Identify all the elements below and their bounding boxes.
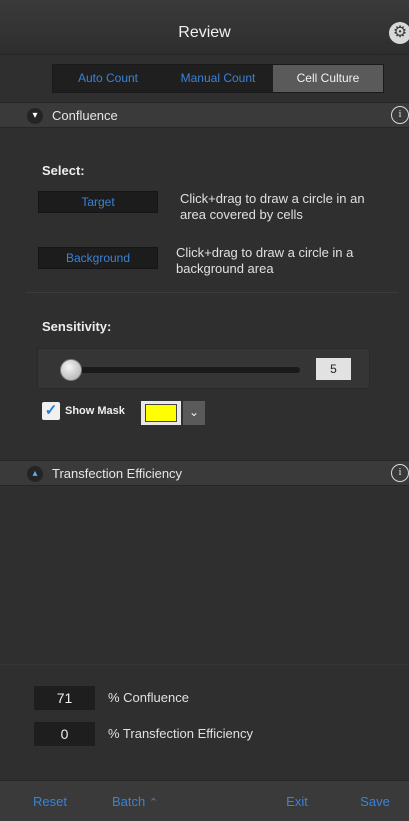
mask-color-picker[interactable] (141, 401, 181, 425)
transfection-section-header[interactable]: ▴ Transfection Efficiency i (0, 460, 409, 486)
confluence-title: Confluence (52, 108, 118, 123)
select-label: Select: (42, 163, 85, 178)
target-hint: Click+drag to draw a circle in an area c… (180, 191, 365, 222)
confluence-result-label: % Confluence (108, 690, 189, 705)
info-icon[interactable]: i (391, 106, 409, 124)
save-button[interactable]: Save (345, 781, 405, 821)
show-mask-label: Show Mask (65, 405, 125, 417)
mode-tabs: Auto Count Manual Count Cell Culture (52, 64, 384, 93)
sensitivity-slider-panel: 5 (37, 348, 370, 389)
divider (0, 664, 409, 665)
info-icon[interactable]: i (391, 464, 409, 482)
chevron-down-icon[interactable]: ▾ (27, 108, 43, 124)
title-bar: Review ⚙ (0, 0, 409, 55)
sensitivity-slider-track[interactable] (60, 367, 300, 373)
transfection-title: Transfection Efficiency (52, 466, 183, 481)
tab-cell-culture[interactable]: Cell Culture (273, 65, 383, 92)
sensitivity-label: Sensitivity: (42, 319, 112, 334)
confluence-section-header[interactable]: ▾ Confluence i (0, 102, 409, 128)
footer-toolbar: Reset Batch ⌃ Exit Save (0, 780, 409, 821)
sensitivity-value[interactable]: 5 (316, 358, 351, 380)
tab-manual-count[interactable]: Manual Count (163, 65, 273, 92)
chevron-up-icon[interactable]: ▴ (27, 466, 43, 482)
exit-button[interactable]: Exit (262, 781, 332, 821)
divider (26, 292, 398, 293)
page-title: Review (178, 24, 231, 41)
chevron-down-icon[interactable]: ⌄ (183, 401, 205, 425)
reset-button[interactable]: Reset (20, 781, 80, 821)
gear-icon[interactable]: ⚙ (389, 22, 409, 44)
batch-button-label: Batch (111, 794, 146, 809)
background-hint: Click+drag to draw a circle in a backgro… (176, 245, 354, 276)
batch-button[interactable]: Batch ⌃ (100, 781, 170, 821)
mask-color-swatch (145, 404, 177, 422)
sensitivity-slider-thumb[interactable] (60, 359, 82, 381)
chevron-up-icon: ⌃ (148, 797, 159, 809)
tab-auto-count[interactable]: Auto Count (53, 65, 163, 92)
confluence-value: 71 (34, 686, 95, 710)
transfection-value: 0 (34, 722, 95, 746)
transfection-result-label: % Transfection Efficiency (108, 726, 253, 741)
background-button[interactable]: Background (38, 247, 158, 269)
show-mask-checkbox[interactable]: ✓ (42, 402, 60, 420)
target-button[interactable]: Target (38, 191, 158, 213)
